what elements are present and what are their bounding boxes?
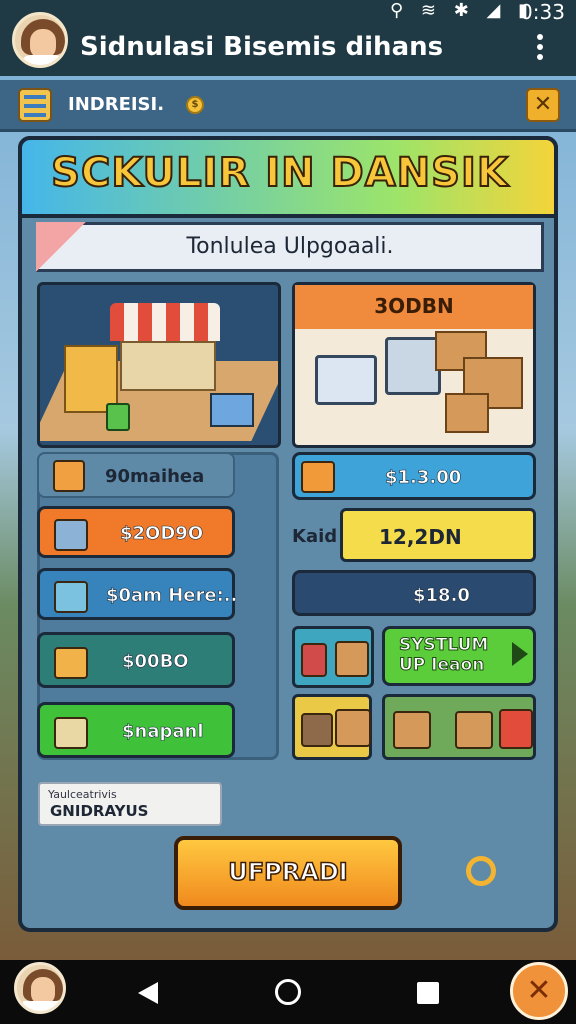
list-row-5[interactable]: $napanl bbox=[37, 702, 235, 758]
price-row-3[interactable]: $18.0 bbox=[292, 570, 536, 616]
price-row-2[interactable]: 12,2DN bbox=[340, 508, 536, 562]
back-icon[interactable] bbox=[138, 982, 158, 1004]
box-icon bbox=[455, 711, 493, 749]
box-icon bbox=[393, 711, 431, 749]
list-row-4[interactable]: $00BO bbox=[37, 632, 235, 688]
open-box-icon bbox=[335, 709, 371, 747]
awning-icon bbox=[110, 303, 220, 341]
item-tile-2[interactable] bbox=[292, 694, 372, 760]
shop-illustration[interactable] bbox=[37, 282, 281, 448]
box-icon bbox=[301, 713, 333, 747]
price-3-label: $18.0 bbox=[413, 585, 471, 607]
coin-ring-icon[interactable] bbox=[466, 856, 496, 886]
price-row-1[interactable]: $1.3.00 bbox=[292, 452, 536, 500]
panel-title: SCKULIR IN DANSIK bbox=[50, 149, 509, 197]
app-title: Sidnulasi Bisemis dihans bbox=[80, 32, 444, 62]
profile-avatar[interactable] bbox=[14, 962, 66, 1014]
cart-icon bbox=[210, 393, 254, 427]
crate-icon bbox=[53, 460, 85, 492]
machine-icon bbox=[54, 519, 88, 551]
box-icon bbox=[335, 641, 369, 677]
recent-apps-icon[interactable] bbox=[417, 982, 439, 1004]
note-caption: Yaulceatrivis bbox=[48, 788, 117, 801]
row-3-label: $0am Here:.. bbox=[106, 585, 238, 607]
list-row-3[interactable]: $0am Here:.. bbox=[37, 568, 238, 620]
more-menu-icon[interactable] bbox=[534, 34, 546, 64]
note-text: GNIDRAYUS bbox=[50, 802, 149, 820]
books-icon bbox=[54, 717, 88, 749]
list-row-2[interactable]: $2OD9O bbox=[37, 506, 235, 558]
warehouse-label: 3ODBN bbox=[374, 294, 454, 318]
price-1-label: $1.3.00 bbox=[385, 467, 462, 489]
system-upgrade-label: SYSTLUM UP Ieaon bbox=[398, 635, 489, 676]
list-row-1[interactable]: 90maihea bbox=[37, 452, 235, 498]
home-icon[interactable] bbox=[275, 979, 301, 1005]
coin-icon: $ bbox=[186, 96, 204, 114]
status-icons: ⚲ ≋ ✱ ◢ ▮ bbox=[390, 0, 534, 21]
avatar[interactable] bbox=[12, 12, 68, 68]
computer-icon bbox=[315, 355, 377, 405]
price-2-label: 12,2DN bbox=[379, 525, 462, 549]
produce-crate-icon bbox=[54, 647, 88, 679]
item-tile-3[interactable] bbox=[382, 694, 536, 760]
stack-icon bbox=[54, 581, 88, 613]
row-2-label: $2OD9O bbox=[120, 523, 204, 545]
top-bar-label: INDREISI. bbox=[68, 94, 165, 115]
row-4-label: $00BO bbox=[122, 651, 189, 673]
cart-icon bbox=[499, 709, 533, 749]
ledger-icon[interactable] bbox=[18, 88, 52, 122]
panel-subtitle: Tonlulea Ulpgoaali. bbox=[186, 234, 394, 259]
arrow-right-icon bbox=[512, 642, 528, 666]
row-5-label: $napanl bbox=[122, 721, 204, 743]
close-button[interactable]: ✕ bbox=[526, 88, 560, 122]
upgrade-button-label: UFPRADI bbox=[228, 857, 349, 887]
bin-icon bbox=[301, 643, 327, 677]
box-icon bbox=[301, 461, 335, 493]
tools-icon[interactable]: ✕ bbox=[510, 962, 568, 1020]
row-1-label: 90maihea bbox=[105, 466, 205, 487]
item-tile-1[interactable] bbox=[292, 626, 374, 688]
side-label: Kaid bbox=[292, 526, 338, 547]
laptop-icon bbox=[385, 337, 441, 395]
status-time: 0:33 bbox=[520, 0, 565, 24]
